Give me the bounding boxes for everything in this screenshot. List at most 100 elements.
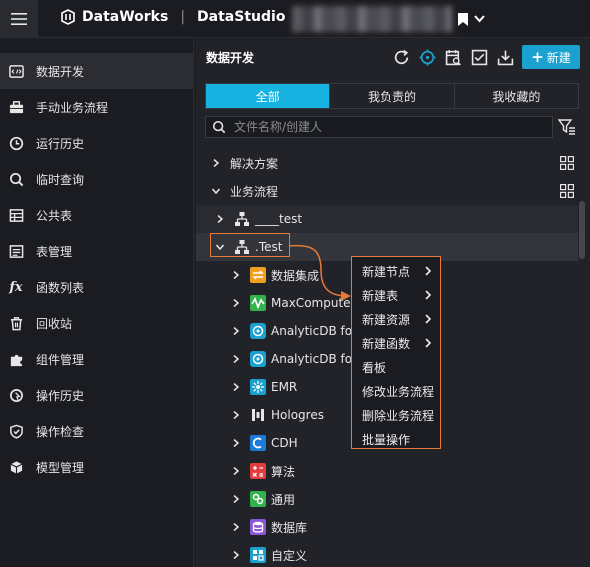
menu-item-new-table[interactable]: 新建表 (352, 283, 440, 307)
dataworks-logo-icon (60, 9, 76, 25)
panel-header: 数据开发 + 新建 (196, 39, 590, 75)
sidebar-item-label: 运行历史 (36, 136, 85, 151)
sidebar-item-run-history[interactable]: 运行历史 (0, 125, 193, 161)
tree-item-label: 数据库 (271, 520, 308, 535)
chevron-right-icon[interactable] (230, 353, 242, 365)
analyticdb-icon (250, 323, 266, 339)
analyticdb-icon (250, 351, 266, 367)
tree-item-algorithm[interactable]: 算法 (196, 457, 578, 485)
chevron-right-icon[interactable] (230, 269, 242, 281)
chevron-down-icon[interactable] (210, 185, 222, 197)
tree-item-solutions[interactable]: 解决方案 (196, 149, 578, 177)
chevron-right-icon[interactable] (214, 213, 226, 225)
bookmark-icon[interactable] (458, 12, 468, 26)
tree-item-label: Hologres (271, 408, 324, 422)
sidebar-item-label: 数据开发 (36, 64, 85, 79)
chevron-right-icon[interactable] (230, 325, 242, 337)
puzzle-icon (8, 351, 24, 367)
sidebar-item-operation-check[interactable]: 操作检查 (0, 413, 193, 449)
new-button-label: 新建 (546, 50, 571, 65)
sidebar-item-data-development[interactable]: 数据开发 (0, 53, 193, 89)
sidebar-item-label: 临时查询 (36, 172, 85, 187)
tree-item-label: 通用 (271, 492, 296, 507)
menu-item-label: 批量操作 (362, 432, 411, 447)
sidebar-item-label: 表管理 (36, 244, 73, 259)
workspace-selector[interactable] (292, 6, 485, 32)
sidebar-item-ad-hoc-query[interactable]: 临时查询 (0, 161, 193, 197)
sidebar-item-label: 模型管理 (36, 460, 85, 475)
chevron-right-icon[interactable] (230, 381, 242, 393)
chevron-right-icon (424, 314, 432, 324)
filter-icon[interactable] (558, 118, 576, 136)
tree-item-general[interactable]: 通用 (196, 485, 578, 513)
table-manage-icon (8, 243, 24, 259)
new-button[interactable]: + 新建 (522, 45, 580, 69)
sidebar-item-label: 公共表 (36, 208, 73, 223)
sidebar-item-label: 手动业务流程 (36, 100, 109, 115)
menu-item-label: 删除业务流程 (362, 408, 435, 423)
checklist-icon[interactable] (468, 46, 490, 68)
tree-item-label: 自定义 (271, 548, 308, 563)
tree-item-flow[interactable]: ____test (196, 205, 578, 233)
sidebar-item-label: 操作历史 (36, 388, 85, 403)
menu-item-label: 新建资源 (362, 312, 411, 327)
sidebar-item-table-management[interactable]: 表管理 (0, 233, 193, 269)
sidebar-item-operation-history[interactable]: 操作历史 (0, 377, 193, 413)
chevron-right-icon[interactable] (230, 493, 242, 505)
menu-item-new-node[interactable]: 新建节点 (352, 259, 440, 283)
locate-icon[interactable] (416, 46, 438, 68)
cube-icon (8, 459, 24, 475)
table-icon (8, 207, 24, 223)
tree-item-business-flow[interactable]: 业务流程 (196, 177, 578, 205)
menu-item-delete-flow[interactable]: 删除业务流程 (352, 403, 440, 427)
chevron-right-icon[interactable] (230, 297, 242, 309)
sidebar-item-function-list[interactable]: fx 函数列表 (0, 269, 193, 305)
tree-item-label: 业务流程 (230, 184, 279, 199)
chevron-right-icon[interactable] (230, 549, 242, 561)
code-icon (8, 63, 24, 79)
workflow-icon (234, 211, 250, 227)
brand[interactable]: DataWorks | DataStudio (60, 9, 285, 25)
search-input[interactable] (234, 120, 534, 134)
tree-item-label: 解决方案 (230, 156, 279, 171)
tree-item-database[interactable]: 数据库 (196, 513, 578, 541)
chevron-right-icon[interactable] (230, 437, 242, 449)
refresh-icon[interactable] (390, 46, 412, 68)
chevron-right-icon[interactable] (230, 409, 242, 421)
menu-item-label: 新建节点 (362, 264, 411, 279)
sidebar-item-label: 回收站 (36, 316, 73, 331)
tree-scrollbar[interactable] (579, 201, 585, 259)
menu-item-new-function[interactable]: 新建函数 (352, 331, 440, 355)
sidebar-item-manual-flow[interactable]: 手动业务流程 (0, 89, 193, 125)
panel-title: 数据开发 (206, 50, 255, 65)
grid-view-icon[interactable] (560, 184, 574, 198)
menu-item-label: 修改业务流程 (362, 384, 435, 399)
sidebar-item-component-management[interactable]: 组件管理 (0, 341, 193, 377)
module-name: DataStudio (197, 9, 286, 25)
tab-mine[interactable]: 我负责的 (330, 84, 455, 108)
tree-item-custom[interactable]: 自定义 (196, 541, 578, 567)
sidebar-item-recycle-bin[interactable]: 回收站 (0, 305, 193, 341)
calendar-search-icon[interactable] (442, 46, 464, 68)
clock-icon (8, 135, 24, 151)
trash-icon (8, 315, 24, 331)
chevron-right-icon[interactable] (210, 157, 222, 169)
chevron-right-icon[interactable] (230, 521, 242, 533)
menu-item-dashboard[interactable]: 看板 (352, 355, 440, 379)
tab-all[interactable]: 全部 (206, 84, 331, 108)
chevron-right-icon[interactable] (230, 465, 242, 477)
tree-item-label: CDH (271, 436, 298, 450)
import-icon[interactable] (494, 46, 516, 68)
search-box (205, 116, 553, 138)
menu-item-label: 新建函数 (362, 336, 411, 351)
algorithm-icon (250, 463, 266, 479)
tab-favorites[interactable]: 我收藏的 (455, 84, 578, 108)
menu-item-batch-operation[interactable]: 批量操作 (352, 427, 440, 451)
chevron-down-icon[interactable] (474, 15, 485, 23)
menu-icon[interactable] (0, 0, 38, 38)
sidebar-item-model-management[interactable]: 模型管理 (0, 449, 193, 485)
menu-item-edit-flow[interactable]: 修改业务流程 (352, 379, 440, 403)
grid-view-icon[interactable] (560, 156, 574, 170)
menu-item-new-resource[interactable]: 新建资源 (352, 307, 440, 331)
sidebar-item-public-table[interactable]: 公共表 (0, 197, 193, 233)
